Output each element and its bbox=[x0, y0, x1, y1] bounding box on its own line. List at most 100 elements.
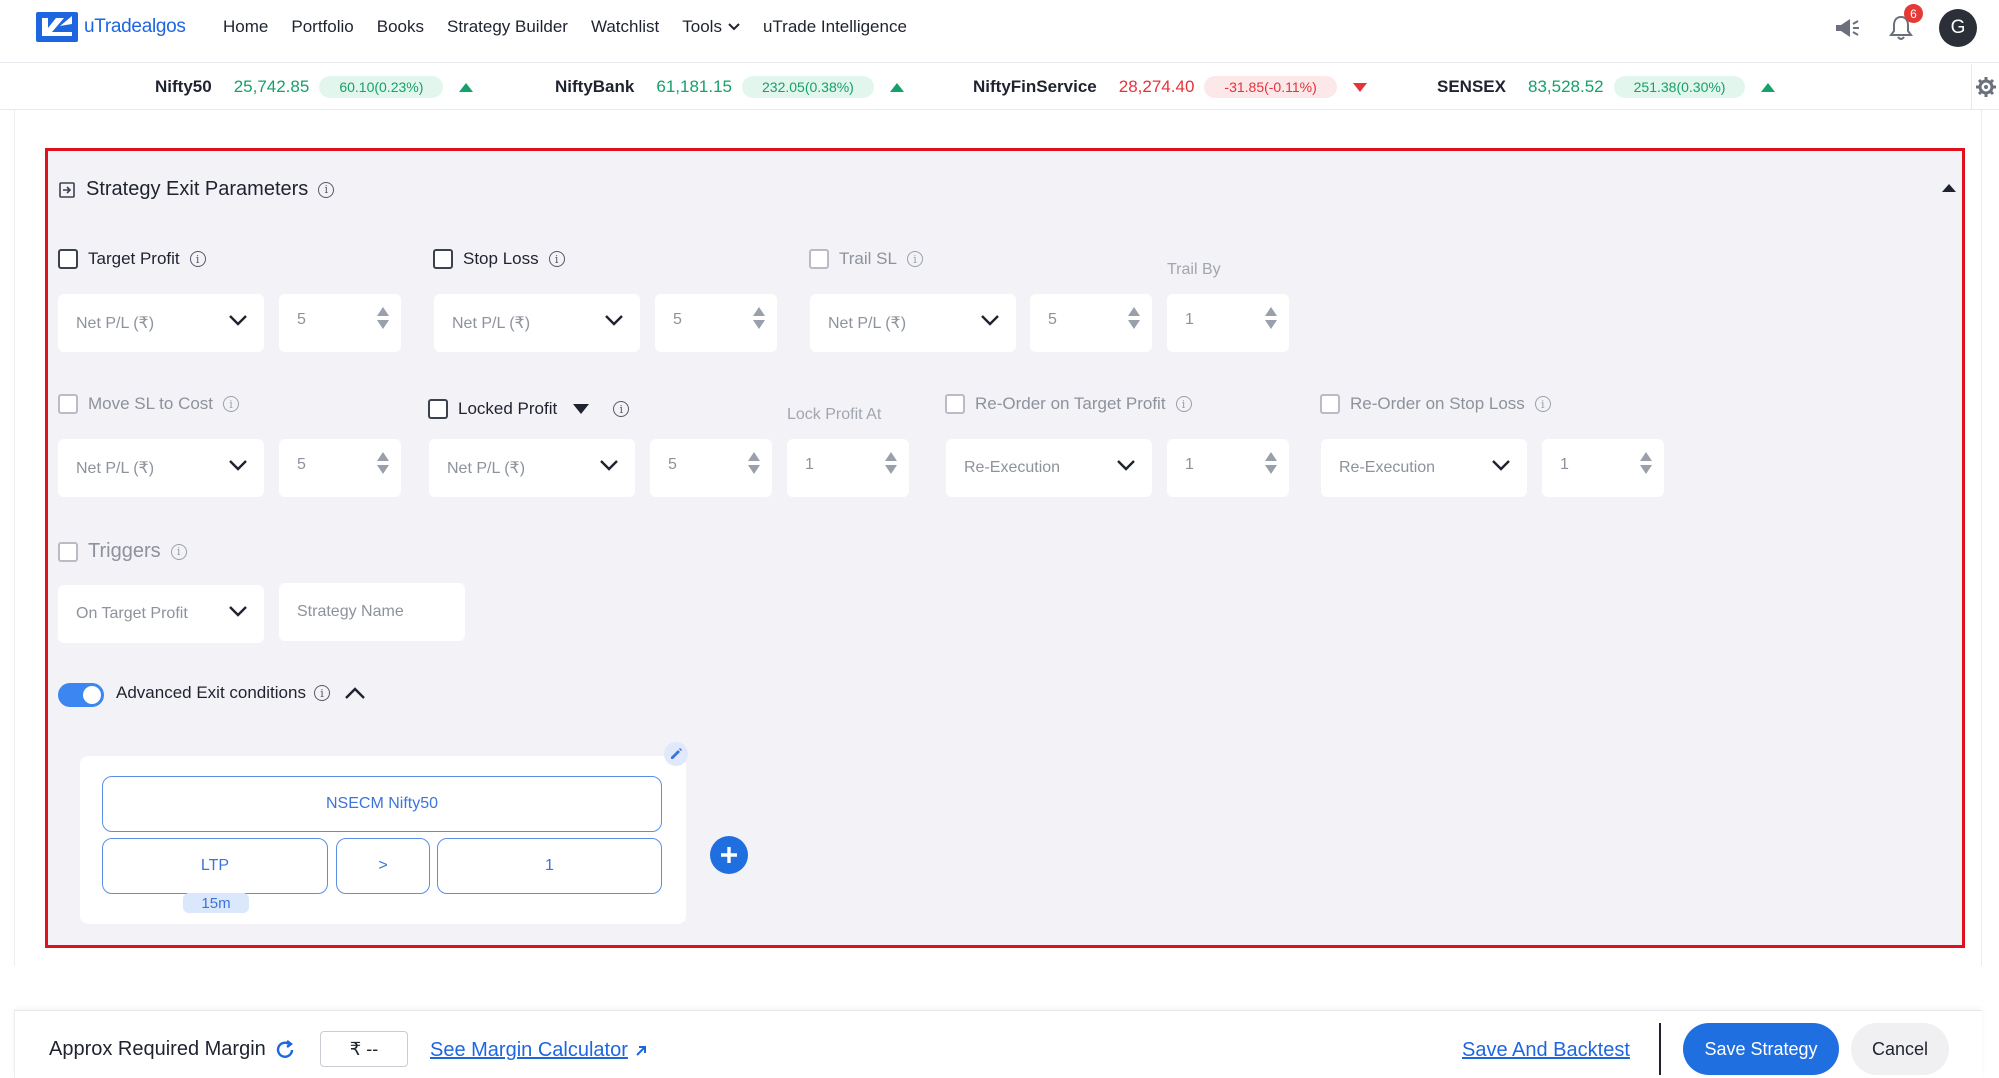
nav-home[interactable]: Home bbox=[223, 17, 268, 37]
margin-label-group: Approx Required Margin bbox=[49, 1038, 296, 1061]
strategy-builder-content: Strategy Exit Parameters i Target Profit… bbox=[14, 110, 1982, 966]
nav-utrade-intelligence[interactable]: uTrade Intelligence bbox=[763, 17, 907, 37]
user-avatar[interactable]: G bbox=[1939, 9, 1977, 47]
trail-sl-toggle[interactable]: Trail SL i bbox=[809, 249, 923, 269]
reorder-target-value-stepper[interactable]: 1 bbox=[1167, 439, 1289, 497]
condition-interval-tag[interactable]: 15m bbox=[183, 893, 249, 913]
strategy-name-placeholder: Strategy Name bbox=[297, 603, 404, 620]
stepper-arrows-icon[interactable] bbox=[885, 452, 897, 474]
info-icon[interactable]: i bbox=[313, 685, 330, 701]
nav-tools[interactable]: Tools bbox=[682, 17, 740, 37]
reorder-stop-checkbox[interactable] bbox=[1320, 394, 1340, 414]
reorder-target-type-select[interactable]: Re-Execution bbox=[946, 439, 1152, 497]
info-icon[interactable]: i bbox=[170, 543, 187, 560]
locked-profit-type-select[interactable]: Net P/L (₹) bbox=[429, 439, 635, 497]
info-icon[interactable]: i bbox=[613, 401, 630, 417]
announcement-button[interactable] bbox=[1831, 12, 1863, 44]
ticker-item-nifty50[interactable]: Nifty50 25,742.85 60.10(0.23%) bbox=[155, 76, 474, 98]
cancel-button[interactable]: Cancel bbox=[1851, 1023, 1949, 1075]
stop-loss-toggle[interactable]: Stop Loss i bbox=[433, 249, 565, 269]
nav-watchlist[interactable]: Watchlist bbox=[591, 17, 659, 37]
notifications-button[interactable]: 6 bbox=[1885, 4, 1923, 44]
stepper-arrows-icon[interactable] bbox=[1128, 307, 1140, 329]
move-sl-label: Move SL to Cost bbox=[88, 394, 214, 413]
advanced-exit-header[interactable]: Advanced Exit conditions i bbox=[116, 683, 366, 703]
triggers-checkbox[interactable] bbox=[58, 541, 78, 562]
select-value: Re-Execution bbox=[1339, 459, 1436, 476]
reorder-target-toggle[interactable]: Re-Order on Target Profit i bbox=[945, 394, 1192, 414]
stop-loss-type-select[interactable]: Net P/L (₹) bbox=[434, 294, 640, 352]
chevron-up-icon[interactable] bbox=[344, 686, 366, 700]
chevron-down-icon bbox=[605, 315, 623, 326]
reorder-stop-label: Re-Order on Stop Loss bbox=[1350, 394, 1525, 413]
condition-value-input[interactable]: 1 bbox=[437, 838, 662, 894]
stepper-arrows-icon[interactable] bbox=[1640, 452, 1652, 474]
stepper-arrows-icon[interactable] bbox=[1265, 452, 1277, 474]
triggers-toggle[interactable]: Triggers i bbox=[58, 540, 187, 563]
info-icon[interactable]: i bbox=[906, 251, 923, 267]
target-profit-toggle[interactable]: Target Profit i bbox=[58, 249, 206, 269]
info-icon[interactable]: i bbox=[1175, 396, 1192, 412]
target-profit-checkbox[interactable] bbox=[58, 249, 78, 269]
ticker-settings-button[interactable] bbox=[1971, 64, 1999, 110]
info-icon[interactable]: i bbox=[189, 251, 206, 267]
select-value: Net P/L (₹) bbox=[447, 460, 526, 477]
chevron-down-icon bbox=[229, 315, 247, 326]
ticker-item-sensex[interactable]: SENSEX 83,528.52 251.38(0.30%) bbox=[1437, 76, 1776, 98]
trail-by-stepper[interactable]: 1 bbox=[1167, 294, 1289, 352]
reorder-target-checkbox[interactable] bbox=[945, 394, 965, 414]
external-link-icon bbox=[636, 1045, 646, 1056]
lock-profit-at-stepper[interactable]: 1 bbox=[787, 439, 909, 497]
stepper-value: 5 bbox=[668, 456, 677, 473]
reorder-stop-type-select[interactable]: Re-Execution bbox=[1321, 439, 1527, 497]
add-condition-button[interactable] bbox=[710, 836, 748, 874]
target-profit-value-stepper[interactable]: 5 bbox=[279, 294, 401, 352]
move-sl-value-stepper[interactable]: 5 bbox=[279, 439, 401, 497]
trail-sl-checkbox[interactable] bbox=[809, 249, 829, 269]
refresh-icon[interactable] bbox=[274, 1039, 296, 1061]
ticker-item-niftybank[interactable]: NiftyBank 61,181.15 232.05(0.38%) bbox=[555, 76, 904, 98]
reorder-stop-value-stepper[interactable]: 1 bbox=[1542, 439, 1664, 497]
move-sl-type-select[interactable]: Net P/L (₹) bbox=[58, 439, 264, 497]
save-and-backtest-link[interactable]: Save And Backtest bbox=[1462, 1039, 1630, 1062]
locked-profit-checkbox[interactable] bbox=[428, 399, 448, 419]
save-strategy-button[interactable]: Save Strategy bbox=[1683, 1023, 1839, 1075]
chevron-down-icon bbox=[1492, 460, 1510, 471]
stepper-value: 1 bbox=[1560, 456, 1569, 473]
stepper-arrows-icon[interactable] bbox=[377, 307, 389, 329]
stop-loss-checkbox[interactable] bbox=[433, 249, 453, 269]
edit-condition-button[interactable] bbox=[664, 742, 688, 766]
nav-strategy-builder[interactable]: Strategy Builder bbox=[447, 17, 568, 37]
trail-sl-value-stepper[interactable]: 5 bbox=[1030, 294, 1152, 352]
target-profit-type-select[interactable]: Net P/L (₹) bbox=[58, 294, 264, 352]
ticker-item-niftyfinservice[interactable]: NiftyFinService 28,274.40 -31.85(-0.11%) bbox=[973, 76, 1367, 98]
info-icon[interactable]: i bbox=[318, 181, 335, 198]
margin-calculator-link[interactable]: See Margin Calculator bbox=[430, 1039, 648, 1062]
collapse-caret-icon[interactable] bbox=[1942, 184, 1956, 192]
stepper-arrows-icon[interactable] bbox=[748, 452, 760, 474]
strategy-name-input[interactable]: Strategy Name bbox=[279, 583, 465, 641]
move-sl-toggle[interactable]: Move SL to Cost i bbox=[58, 394, 240, 414]
brand-logo[interactable]: uTradealgos bbox=[36, 12, 186, 42]
locked-profit-toggle[interactable]: Locked Profit i bbox=[428, 399, 630, 419]
advanced-exit-switch[interactable] bbox=[58, 683, 104, 707]
trail-sl-type-select[interactable]: Net P/L (₹) bbox=[810, 294, 1016, 352]
info-icon[interactable]: i bbox=[548, 251, 565, 267]
locked-profit-value-stepper[interactable]: 5 bbox=[650, 439, 772, 497]
condition-operator-select[interactable]: > bbox=[336, 838, 430, 894]
stepper-arrows-icon[interactable] bbox=[377, 452, 389, 474]
info-icon[interactable]: i bbox=[1534, 396, 1551, 412]
reorder-stop-toggle[interactable]: Re-Order on Stop Loss i bbox=[1320, 394, 1551, 414]
info-icon[interactable]: i bbox=[223, 396, 240, 412]
condition-field-select[interactable]: LTP bbox=[102, 838, 328, 894]
stepper-arrows-icon[interactable] bbox=[1265, 307, 1277, 329]
caret-down-icon[interactable] bbox=[573, 404, 590, 414]
trigger-type-select[interactable]: On Target Profit bbox=[58, 585, 264, 643]
stepper-arrows-icon[interactable] bbox=[753, 307, 765, 329]
move-sl-checkbox[interactable] bbox=[58, 394, 78, 414]
condition-instrument-field[interactable]: NSECM Nifty50 bbox=[102, 776, 662, 832]
nav-portfolio[interactable]: Portfolio bbox=[291, 17, 353, 37]
ticker-name: SENSEX bbox=[1437, 77, 1506, 96]
nav-books[interactable]: Books bbox=[377, 17, 424, 37]
stop-loss-value-stepper[interactable]: 5 bbox=[655, 294, 777, 352]
